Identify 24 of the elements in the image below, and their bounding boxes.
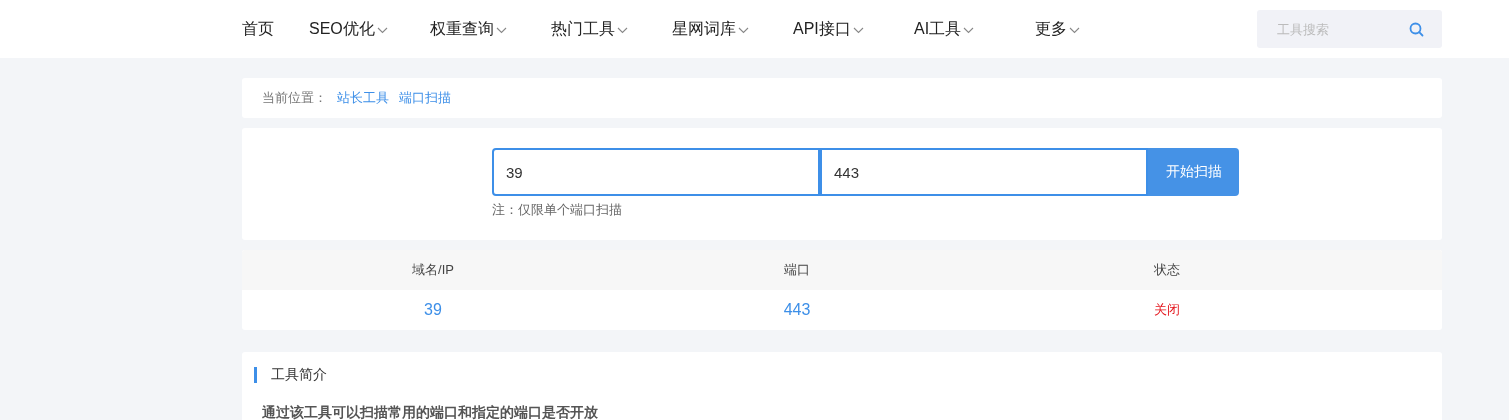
nav-item[interactable]: 更多 (1035, 18, 1080, 40)
nav-item[interactable]: AI工具 (914, 18, 1000, 40)
accent-bar (254, 367, 257, 383)
nav-item[interactable]: 首页 (242, 18, 274, 40)
nav-item[interactable]: SEO优化 (309, 18, 395, 40)
host-input-field[interactable]: 39 (492, 148, 820, 196)
note-text: 注：仅限单个端口扫描 (492, 201, 623, 219)
section-title: 工具简介 (271, 366, 327, 384)
intro-text: 通过该工具可以扫描常用的端口和指定的端口是否开放 (261, 403, 599, 420)
column-header: 域名/IP (411, 261, 455, 279)
breadcrumb-link[interactable]: 端口扫描 (399, 89, 451, 107)
status-cell-text: 关闭 (1153, 301, 1181, 319)
breadcrumb-label: 当前位置： (262, 89, 327, 107)
nav-item[interactable]: 权重查询 (430, 18, 516, 40)
nav-item[interactable]: 热门工具 (551, 18, 637, 40)
table-cell-text: 39 (423, 301, 443, 319)
search-icon (1409, 22, 1424, 37)
table-cell-text: 443 (782, 301, 812, 319)
column-header: 状态 (1153, 261, 1181, 279)
breadcrumb-link[interactable]: 站长工具 (337, 89, 389, 107)
nav-item[interactable]: 星网词库 (672, 18, 758, 40)
nav-item[interactable]: API接口 (793, 18, 879, 40)
column-header: 端口 (783, 261, 811, 279)
port-input-field[interactable]: 443 (820, 148, 1148, 196)
